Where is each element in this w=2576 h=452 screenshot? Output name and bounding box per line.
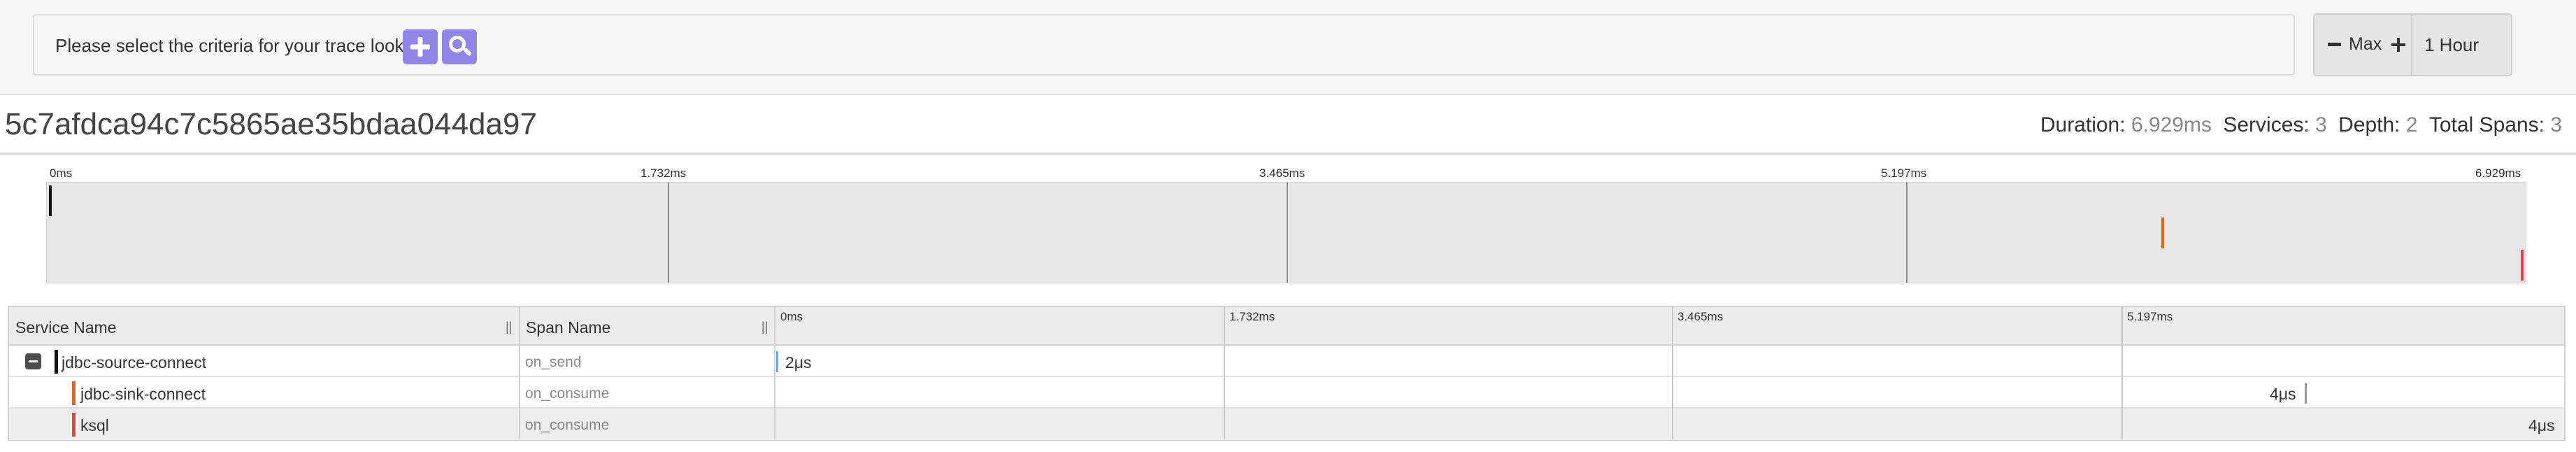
timeline-tick-label: 3.465ms — [1677, 310, 1724, 323]
trace-minimap[interactable] — [46, 182, 2526, 283]
search-button[interactable] — [442, 29, 477, 64]
span-name: on_send — [525, 354, 582, 370]
span-duration-bar — [2305, 383, 2307, 404]
span-duration-bar — [776, 351, 778, 372]
span-name: on_consume — [525, 417, 610, 433]
minimap-tick-label: 5.197ms — [1881, 167, 1927, 180]
column-header-service[interactable]: Service Name — [15, 318, 116, 337]
timeline-tick-label: 1.732ms — [1229, 310, 1275, 323]
service-name: jdbc-source-connect — [62, 353, 207, 372]
trace-id: 5c7afdca94c7c5865ae35bdaa044da97 — [5, 107, 537, 141]
criteria-prompt: Please select the criteria for your trac… — [55, 35, 429, 56]
criteria-box[interactable]: Please select the criteria for your trac… — [33, 14, 2295, 76]
lookback-range-dropdown[interactable]: 1 Hour — [2424, 34, 2479, 56]
span-duration-label: 4μs — [2528, 416, 2555, 435]
lookback-divider — [2411, 15, 2412, 75]
service-color-bar — [55, 350, 58, 374]
depth-label: Depth: — [2338, 113, 2400, 136]
service-name: jdbc-sink-connect — [80, 385, 206, 403]
minimap-gridline — [1287, 183, 1288, 283]
column-resize-handle[interactable]: || — [761, 320, 768, 334]
lookback-control: Max 1 Hour — [2313, 13, 2512, 76]
timeline-gridline — [2121, 307, 2123, 439]
minimap-tick-label: 0ms — [50, 167, 73, 180]
service-name: ksql — [80, 416, 109, 435]
minimap-gridline — [668, 183, 669, 283]
limit-label[interactable]: Max — [2349, 34, 2382, 55]
timeline-tick-label: 5.197ms — [2127, 310, 2173, 323]
span-name: on_consume — [525, 386, 610, 402]
timeline-tick-label: 0ms — [780, 310, 803, 323]
trace-summary: Duration: 6.929ms Services: 3 Depth: 2 T… — [2040, 113, 2562, 137]
minimap-span-mark — [2521, 250, 2524, 281]
table-row[interactable]: jdbc-sink-connect on_consume 4μs — [9, 377, 2564, 409]
service-color-bar — [72, 381, 76, 405]
duration-value: 6.929ms — [2131, 113, 2212, 136]
span-duration-label: 4μs — [2270, 385, 2296, 403]
table-row[interactable]: ksql on_consume 4μs — [9, 409, 2564, 440]
search-bar: Please select the criteria for your trac… — [0, 0, 2576, 95]
column-header-span[interactable]: Span Name — [526, 318, 610, 337]
depth-value: 2 — [2405, 113, 2418, 136]
plus-icon[interactable] — [2391, 38, 2405, 52]
timeline-gridline — [1224, 307, 1225, 439]
minimap-tick-label: 6.929ms — [2475, 167, 2521, 180]
services-label: Services: — [2223, 113, 2310, 136]
minimap-tick-label: 1.732ms — [641, 167, 687, 180]
add-criteria-button[interactable] — [403, 29, 438, 64]
minimap-gridline — [1906, 183, 1908, 283]
total-spans-value: 3 — [2550, 113, 2562, 136]
header-divider — [0, 153, 2576, 155]
table-header: Service Name || Span Name || 0ms 1.732ms… — [9, 307, 2564, 346]
minus-square-icon[interactable] — [25, 353, 41, 369]
services-value: 3 — [2315, 113, 2327, 136]
table-row[interactable]: jdbc-source-connect on_send 2μs — [9, 346, 2564, 377]
column-divider — [519, 307, 520, 439]
minimap-tick-label: 3.465ms — [1259, 167, 1305, 180]
total-spans-label: Total Spans: — [2428, 113, 2545, 136]
minimap-span-mark — [49, 185, 52, 216]
timeline-gridline — [1672, 307, 1673, 439]
column-divider — [774, 307, 775, 439]
minimap-span-mark — [2161, 218, 2164, 248]
column-resize-handle[interactable]: || — [506, 320, 512, 334]
service-color-bar — [72, 413, 76, 437]
span-duration-label: 2μs — [785, 353, 812, 372]
duration-label: Duration: — [2040, 113, 2126, 136]
minus-icon[interactable] — [2328, 43, 2341, 46]
trace-span-table: Service Name || Span Name || 0ms 1.732ms… — [8, 306, 2566, 441]
